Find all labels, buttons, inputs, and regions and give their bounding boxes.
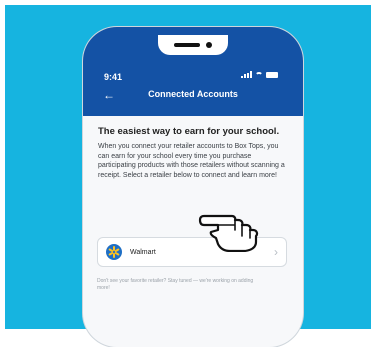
walmart-spark-icon <box>106 244 122 260</box>
signal-icon <box>241 71 252 78</box>
phone-mockup: 9:41 ← Connected Accounts The easiest wa… <box>83 27 303 347</box>
status-icons <box>241 71 278 78</box>
battery-icon <box>266 71 278 78</box>
headline: The easiest way to earn for your school. <box>98 126 280 137</box>
wifi-icon <box>255 71 263 78</box>
pointing-hand-icon <box>198 214 259 252</box>
footnote: Don't see your favorite retailer? Stay t… <box>97 278 254 291</box>
phone-notch <box>158 35 228 55</box>
chevron-right-icon: › <box>274 245 278 259</box>
intro-text: When you connect your retailer accounts … <box>98 143 285 179</box>
main-content: The easiest way to earn for your school.… <box>98 126 288 180</box>
page-title: Connected Accounts <box>148 89 238 99</box>
camera-icon <box>206 42 212 48</box>
status-time: 9:41 <box>104 72 123 82</box>
retailer-name: Walmart <box>130 248 156 256</box>
speaker-icon <box>174 43 200 47</box>
